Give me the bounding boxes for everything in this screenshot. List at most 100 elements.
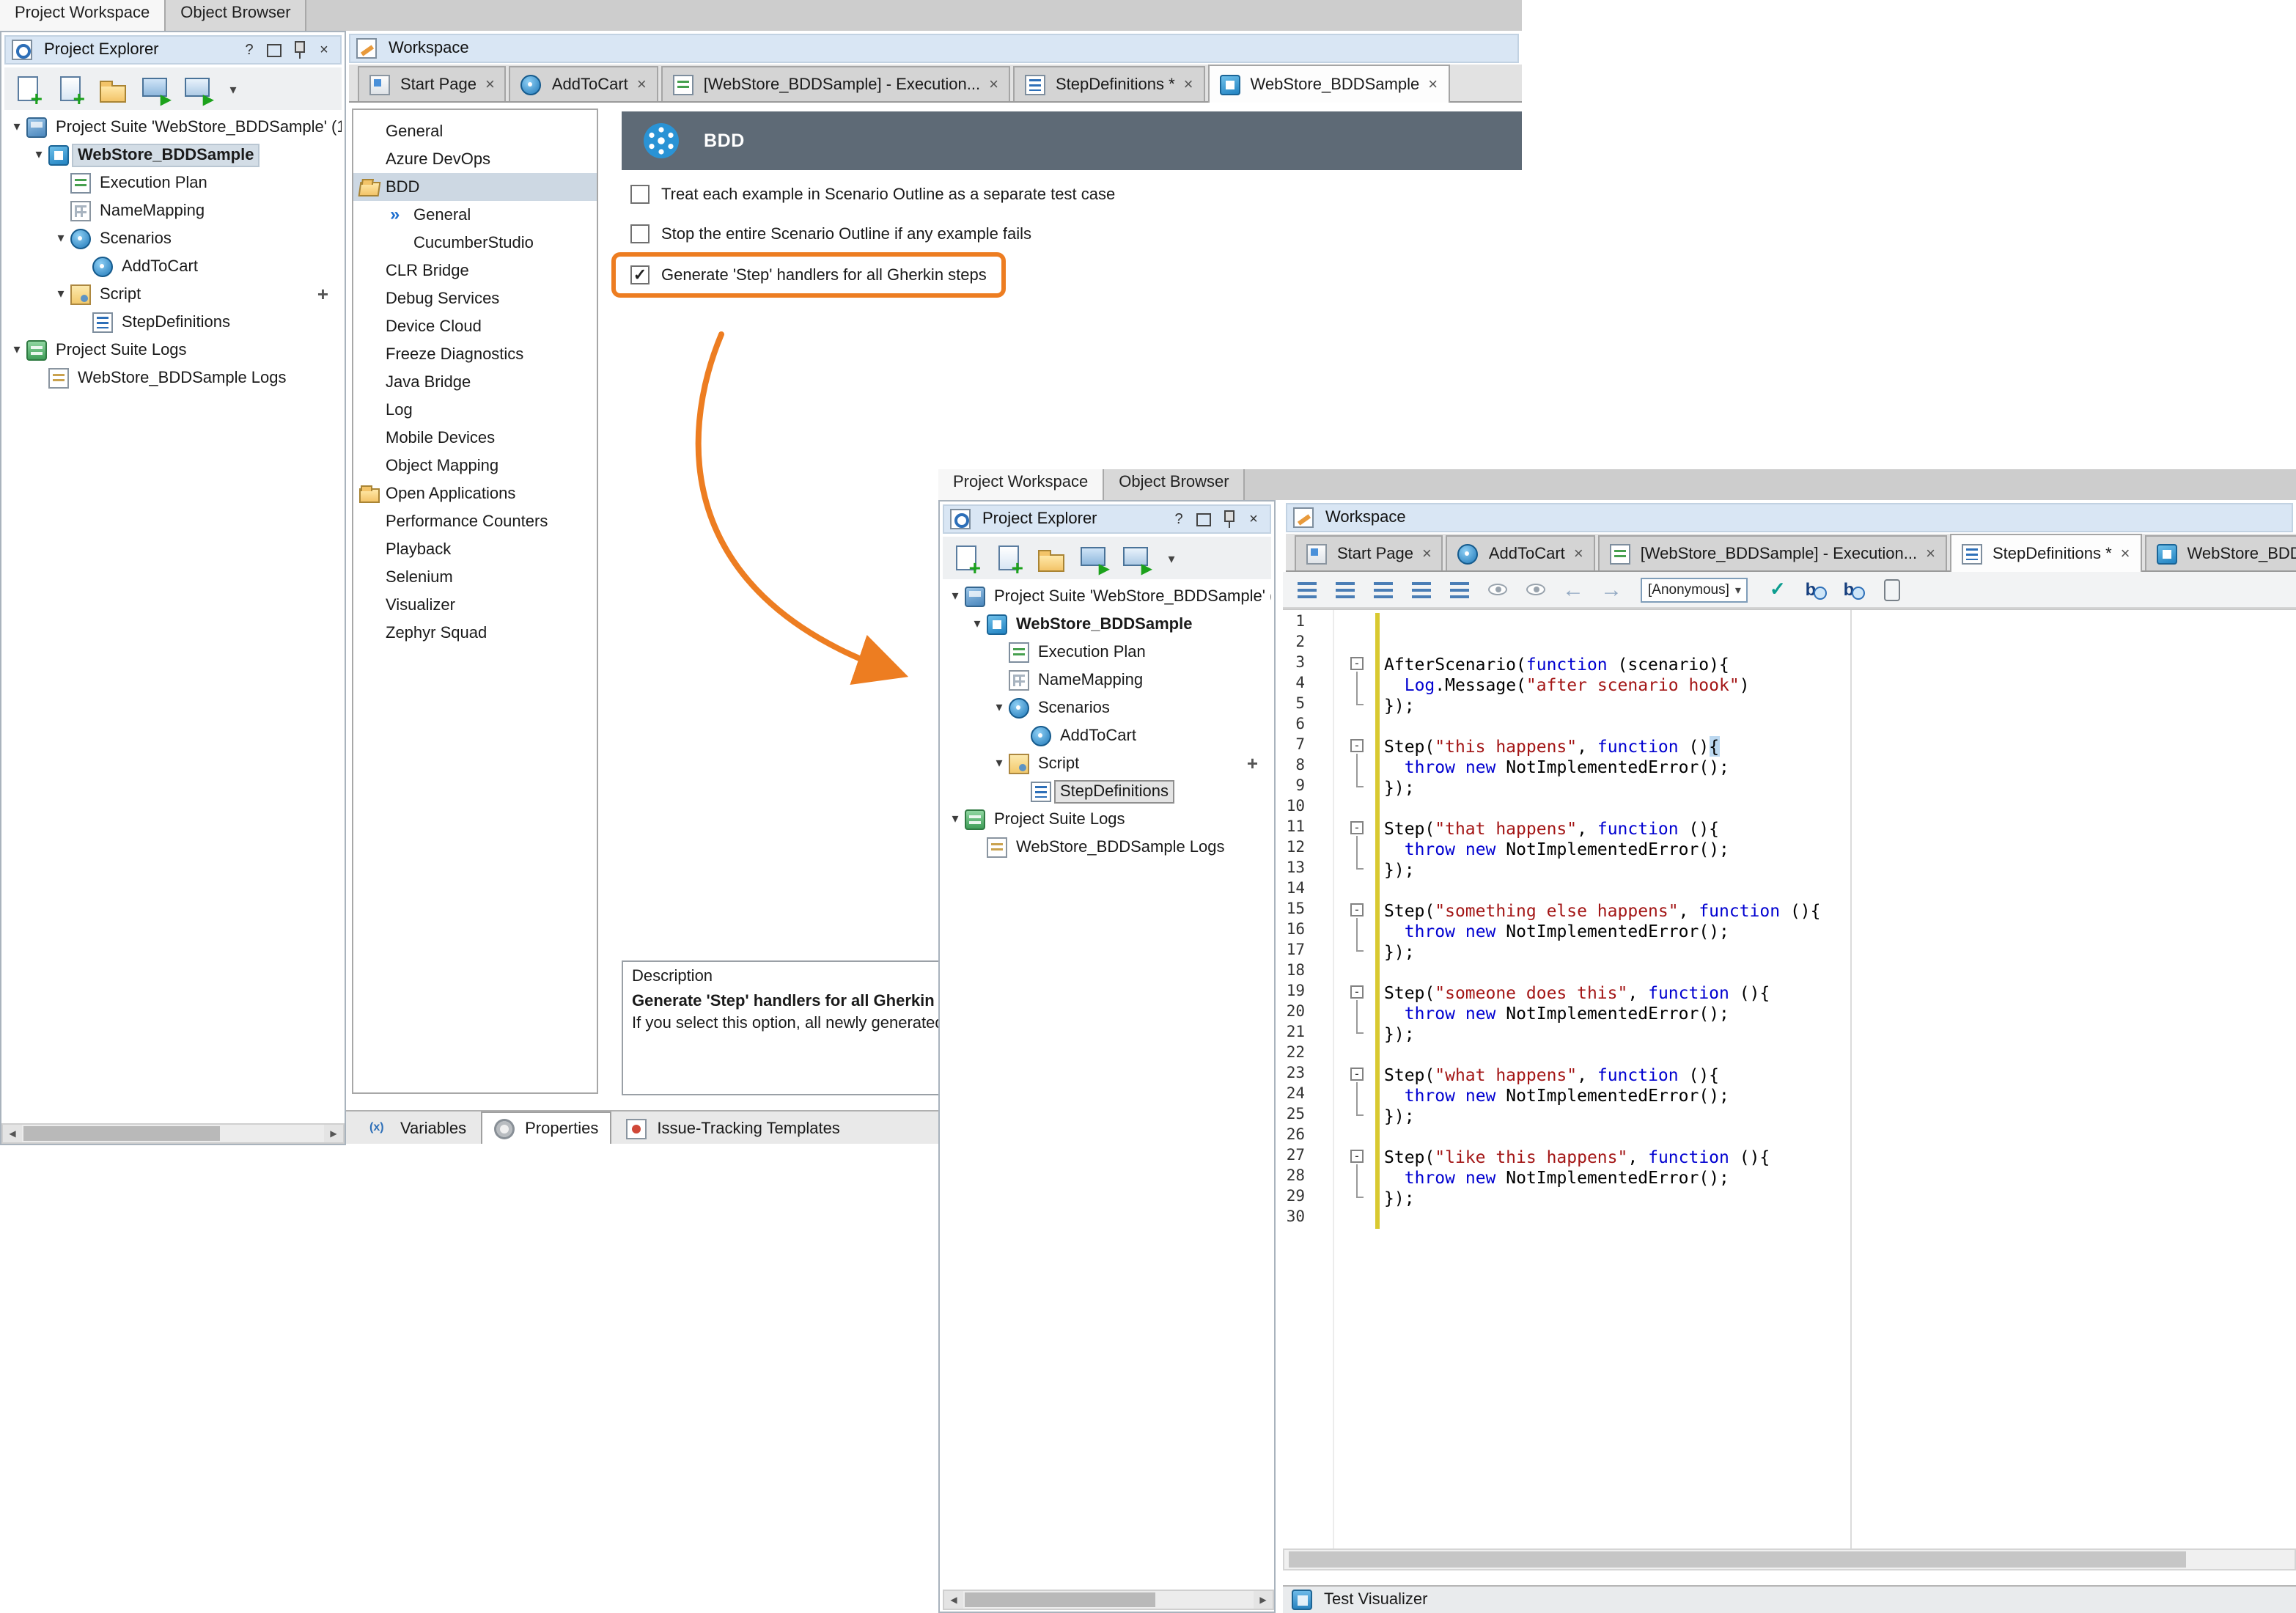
close-tab-icon[interactable]: ×: [1926, 545, 1935, 562]
watch-1-icon[interactable]: [1479, 573, 1515, 606]
tree-item-webstore-bddsample[interactable]: ▾WebStore_BDDSample: [940, 610, 1271, 638]
settings-item-playback[interactable]: Playback: [353, 535, 597, 563]
scroll-left-icon[interactable]: ◀: [944, 1591, 963, 1609]
settings-item-zephyr-squad[interactable]: Zephyr Squad: [353, 619, 597, 647]
open-project-icon[interactable]: [97, 73, 129, 105]
run-in-browser-1-icon[interactable]: b: [1798, 573, 1833, 606]
add-new-project-icon[interactable]: [993, 542, 1025, 574]
fold-toggle-icon[interactable]: -: [1350, 657, 1364, 670]
help-icon[interactable]: ?: [1169, 509, 1189, 529]
mobile-screen-icon[interactable]: [1874, 573, 1910, 606]
tree-item-scenarios[interactable]: ▾Scenarios: [940, 694, 1271, 721]
fold-toggle-icon[interactable]: -: [1350, 903, 1364, 916]
doc-tab-webstore-bddsample[interactable]: WebStore_BDDSample×: [2145, 535, 2296, 570]
dock-tab-object-browser[interactable]: Object Browser: [1104, 469, 1245, 500]
add-button[interactable]: +: [1247, 752, 1258, 774]
checkbox[interactable]: [630, 185, 650, 204]
settings-item-device-cloud[interactable]: Device Cloud: [353, 312, 597, 340]
tree-item-scenarios[interactable]: ▾Scenarios: [1, 224, 342, 252]
doc-tab-webstore-bddsample-execution[interactable]: [WebStore_BDDSample] - Execution...×: [661, 66, 1010, 101]
expander-icon[interactable]: ▾: [7, 119, 26, 135]
scrollbar-thumb[interactable]: [965, 1592, 1155, 1607]
tree-item-script[interactable]: ▾Script+: [1, 280, 342, 308]
dock-tab-project-workspace[interactable]: Project Workspace: [0, 0, 166, 31]
add-new-project-suite-icon[interactable]: [12, 73, 44, 105]
toolbar-dropdown-caret-icon[interactable]: ▾: [1163, 542, 1180, 574]
settings-item-java-bridge[interactable]: Java Bridge: [353, 368, 597, 396]
scroll-right-icon[interactable]: ▶: [324, 1125, 343, 1142]
doc-tab-webstore-bddsample-execution[interactable]: [WebStore_BDDSample] - Execution...×: [1598, 535, 1947, 570]
add-new-project-suite-icon[interactable]: [950, 542, 982, 574]
settings-item-mobile-devices[interactable]: Mobile Devices: [353, 424, 597, 452]
tree-item-project-suite-logs[interactable]: ▾Project Suite Logs: [1, 336, 342, 364]
tree-item-stepdefinitions[interactable]: StepDefinitions: [1, 308, 342, 336]
add-new-project-icon[interactable]: [54, 73, 87, 105]
float-icon[interactable]: [1193, 509, 1214, 529]
horizontal-scrollbar[interactable]: ◀ ▶: [943, 1590, 1274, 1610]
scrollbar-thumb[interactable]: [23, 1126, 220, 1141]
expander-icon[interactable]: ▾: [946, 588, 965, 604]
expander-icon[interactable]: ▾: [990, 699, 1009, 716]
close-tab-icon[interactable]: ×: [1574, 545, 1583, 562]
run-project-icon[interactable]: [1120, 542, 1152, 574]
pin-icon[interactable]: [289, 40, 309, 60]
tree-item-webstore-bddsample-logs[interactable]: WebStore_BDDSample Logs: [1, 364, 342, 392]
doc-tab-start-page[interactable]: Start Page×: [358, 66, 507, 101]
help-icon[interactable]: ?: [239, 40, 260, 60]
settings-item-general[interactable]: General: [353, 117, 597, 145]
scroll-right-icon[interactable]: ▶: [1254, 1591, 1273, 1609]
checkbox-label[interactable]: Generate 'Step' handlers for all Gherkin…: [661, 266, 987, 284]
expander-icon[interactable]: ▾: [946, 811, 965, 827]
format-3-icon[interactable]: [1403, 573, 1438, 606]
checkbox[interactable]: ✓: [630, 265, 650, 284]
close-tab-icon[interactable]: ×: [1184, 76, 1193, 93]
settings-item-selenium[interactable]: Selenium: [353, 563, 597, 591]
dock-tab-object-browser[interactable]: Object Browser: [166, 0, 306, 31]
run-project-suite-icon[interactable]: [139, 73, 172, 105]
close-tab-icon[interactable]: ×: [637, 76, 647, 93]
run-project-icon[interactable]: [182, 73, 214, 105]
bottom-tab-variables[interactable]: Variables: [358, 1114, 478, 1144]
settings-item-clr-bridge[interactable]: CLR Bridge: [353, 257, 597, 284]
expander-icon[interactable]: ▾: [968, 616, 987, 632]
scrollbar-thumb[interactable]: [1289, 1551, 2186, 1568]
tree-item-addtocart[interactable]: AddToCart: [1, 252, 342, 280]
format-2-icon[interactable]: [1365, 573, 1400, 606]
doc-tab-stepdefinitions[interactable]: StepDefinitions *×: [1950, 534, 2142, 572]
format-4-icon[interactable]: [1441, 573, 1476, 606]
close-icon[interactable]: ×: [314, 40, 334, 60]
navigate-forward-icon[interactable]: →: [1594, 573, 1629, 606]
fold-toggle-icon[interactable]: -: [1350, 739, 1364, 752]
float-icon[interactable]: [264, 40, 284, 60]
fold-toggle-icon[interactable]: -: [1350, 985, 1364, 999]
tree-item-webstore-bddsample[interactable]: ▾WebStore_BDDSample: [1, 141, 342, 169]
close-tab-icon[interactable]: ×: [1422, 545, 1432, 562]
settings-item-object-mapping[interactable]: Object Mapping: [353, 452, 597, 480]
anonymous-function-dropdown[interactable]: [Anonymous]▾: [1641, 577, 1748, 602]
checkbox-label[interactable]: Stop the entire Scenario Outline if any …: [661, 225, 1031, 243]
test-visualizer-bar[interactable]: Test Visualizer: [1283, 1585, 2296, 1613]
expander-icon[interactable]: ▾: [990, 755, 1009, 771]
close-tab-icon[interactable]: ×: [2121, 545, 2130, 562]
fold-toggle-icon[interactable]: -: [1350, 1150, 1364, 1163]
settings-item-performance-counters[interactable]: Performance Counters: [353, 507, 597, 535]
settings-item-azure-devops[interactable]: Azure DevOps: [353, 145, 597, 173]
tree-item-script[interactable]: ▾Script+: [940, 749, 1271, 777]
tree-item-execution-plan[interactable]: Execution Plan: [940, 638, 1271, 666]
expander-icon[interactable]: ▾: [51, 230, 70, 246]
tree-item-namemapping[interactable]: NameMapping: [940, 666, 1271, 694]
close-icon[interactable]: ×: [1243, 509, 1264, 529]
toggle-comment-icon[interactable]: [1289, 573, 1324, 606]
settings-item-debug-services[interactable]: Debug Services: [353, 284, 597, 312]
checkbox-label[interactable]: Treat each example in Scenario Outline a…: [661, 185, 1115, 203]
close-tab-icon[interactable]: ×: [989, 76, 998, 93]
run-in-browser-2-icon[interactable]: b: [1836, 573, 1872, 606]
run-project-suite-icon[interactable]: [1078, 542, 1110, 574]
checkbox[interactable]: [630, 224, 650, 243]
code-text[interactable]: AfterScenario(function (scenario){ Log.M…: [1384, 613, 2295, 1229]
open-project-icon[interactable]: [1035, 542, 1067, 574]
tree-item-addtocart[interactable]: AddToCart: [940, 721, 1271, 749]
settings-item-freeze-diagnostics[interactable]: Freeze Diagnostics: [353, 340, 597, 368]
tree-item-project-suite-logs[interactable]: ▾Project Suite Logs: [940, 805, 1271, 833]
settings-item-visualizer[interactable]: Visualizer: [353, 591, 597, 619]
